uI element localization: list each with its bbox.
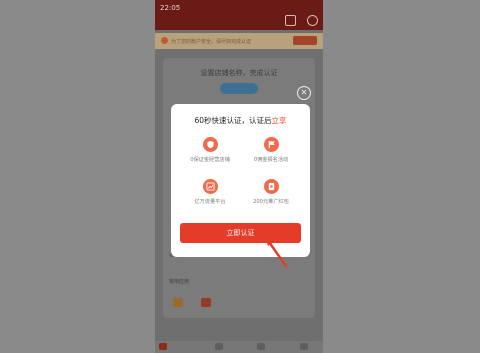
nav-profile-icon[interactable]: [300, 343, 308, 350]
verify-pill-button[interactable]: [220, 83, 258, 94]
notice-text: 为了您的账户安全，请尽快完成认证: [171, 39, 252, 45]
notice-action-button[interactable]: [293, 36, 317, 45]
nav-message-icon[interactable]: [257, 343, 265, 350]
qr-scan-icon[interactable]: [285, 15, 296, 26]
nav-home-icon[interactable]: [159, 343, 167, 350]
feature-label: 200元推广红包: [253, 199, 289, 205]
dialog-title-text: 60秒快速认证，认证后: [194, 116, 272, 125]
flag-icon: [263, 137, 279, 152]
nav-orders-icon[interactable]: [215, 343, 223, 350]
status-time: 22:05: [160, 4, 181, 12]
red-packet-icon: [263, 179, 279, 194]
arrow-pointer-icon: [265, 236, 288, 268]
feature-zero-commission: 0佣金报名活动: [241, 137, 301, 163]
section-title: 常用应用: [169, 279, 190, 285]
app-shortcut-icon[interactable]: [201, 298, 211, 307]
feature-label: 0保证金经营店铺: [190, 157, 230, 163]
feature-zero-deposit: 0保证金经营店铺: [180, 137, 240, 163]
warning-icon: [161, 37, 168, 44]
dialog-title: 60秒快速认证，认证后立享: [171, 115, 310, 126]
status-bar: 22:05: [155, 0, 323, 30]
bottom-nav: [155, 341, 323, 353]
feature-traffic: 亿万流量平台: [180, 179, 240, 205]
app-shortcut-icon[interactable]: [173, 298, 183, 307]
dialog-title-accent: 立享: [271, 116, 287, 125]
right-letterbox: [323, 0, 480, 353]
store-heading: 设置店铺名称，完成认证: [200, 69, 278, 77]
notice-bar: 为了您的账户安全，请尽快完成认证: [155, 33, 323, 49]
close-icon[interactable]: ✕: [297, 86, 311, 100]
feature-label: 亿万流量平台: [194, 199, 226, 205]
feature-red-packet: 200元推广红包: [241, 179, 301, 205]
trend-chart-icon: [202, 179, 218, 194]
feature-label: 0佣金报名活动: [253, 157, 289, 163]
left-letterbox: [0, 0, 155, 353]
bell-icon[interactable]: [307, 15, 318, 26]
shield-icon: [202, 137, 218, 152]
